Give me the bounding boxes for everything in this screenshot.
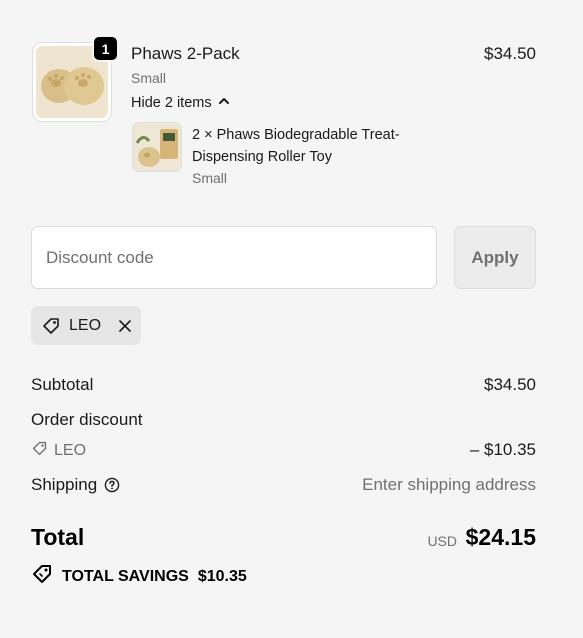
close-icon <box>119 319 131 332</box>
tag-icon <box>31 440 48 462</box>
subtotal-label: Subtotal <box>31 375 94 394</box>
applied-discount-chip: LEO <box>31 306 141 345</box>
hide-items-toggle[interactable]: Hide 2 items <box>131 95 230 111</box>
product-title: Phaws 2-Pack <box>131 44 240 63</box>
order-discount-code: LEO <box>31 440 86 462</box>
savings-label: TOTAL SAVINGS <box>62 567 189 585</box>
quantity-badge: 1 <box>92 35 119 62</box>
product-price: $34.50 <box>484 44 536 63</box>
order-discount-code-label: LEO <box>54 442 87 459</box>
product-variant: Small <box>131 70 167 86</box>
remove-discount-button[interactable] <box>117 318 133 334</box>
hide-items-label: Hide 2 items <box>131 95 212 111</box>
total-value: $24.15 <box>465 524 536 550</box>
applied-code-label: LEO <box>69 316 102 334</box>
savings-tag-icon <box>31 563 53 590</box>
order-discount-value: – $10.35 <box>469 440 536 459</box>
tag-icon <box>41 316 61 336</box>
shipping-row-label: Shipping <box>31 475 120 495</box>
total-label: Total <box>31 524 85 550</box>
apply-button[interactable]: Apply <box>454 226 536 289</box>
subtotal-value: $34.50 <box>484 375 536 394</box>
discount-code-input[interactable] <box>31 226 437 289</box>
savings-value: $10.35 <box>197 567 247 585</box>
shipping-value: Enter shipping address <box>362 475 536 494</box>
total-currency: USD <box>427 533 457 549</box>
order-discount-label: Order discount <box>31 410 143 429</box>
sub-item-thumbnail <box>132 122 182 172</box>
chevron-up-icon <box>218 95 230 111</box>
sub-item-title: 2 × Phaws Biodegradable Treat-Dispensing… <box>192 127 400 165</box>
shipping-label: Shipping <box>31 475 98 494</box>
sub-item-variant: Small <box>192 170 228 186</box>
help-icon[interactable] <box>104 477 120 493</box>
total-savings: TOTAL SAVINGS $10.35 <box>31 563 247 590</box>
